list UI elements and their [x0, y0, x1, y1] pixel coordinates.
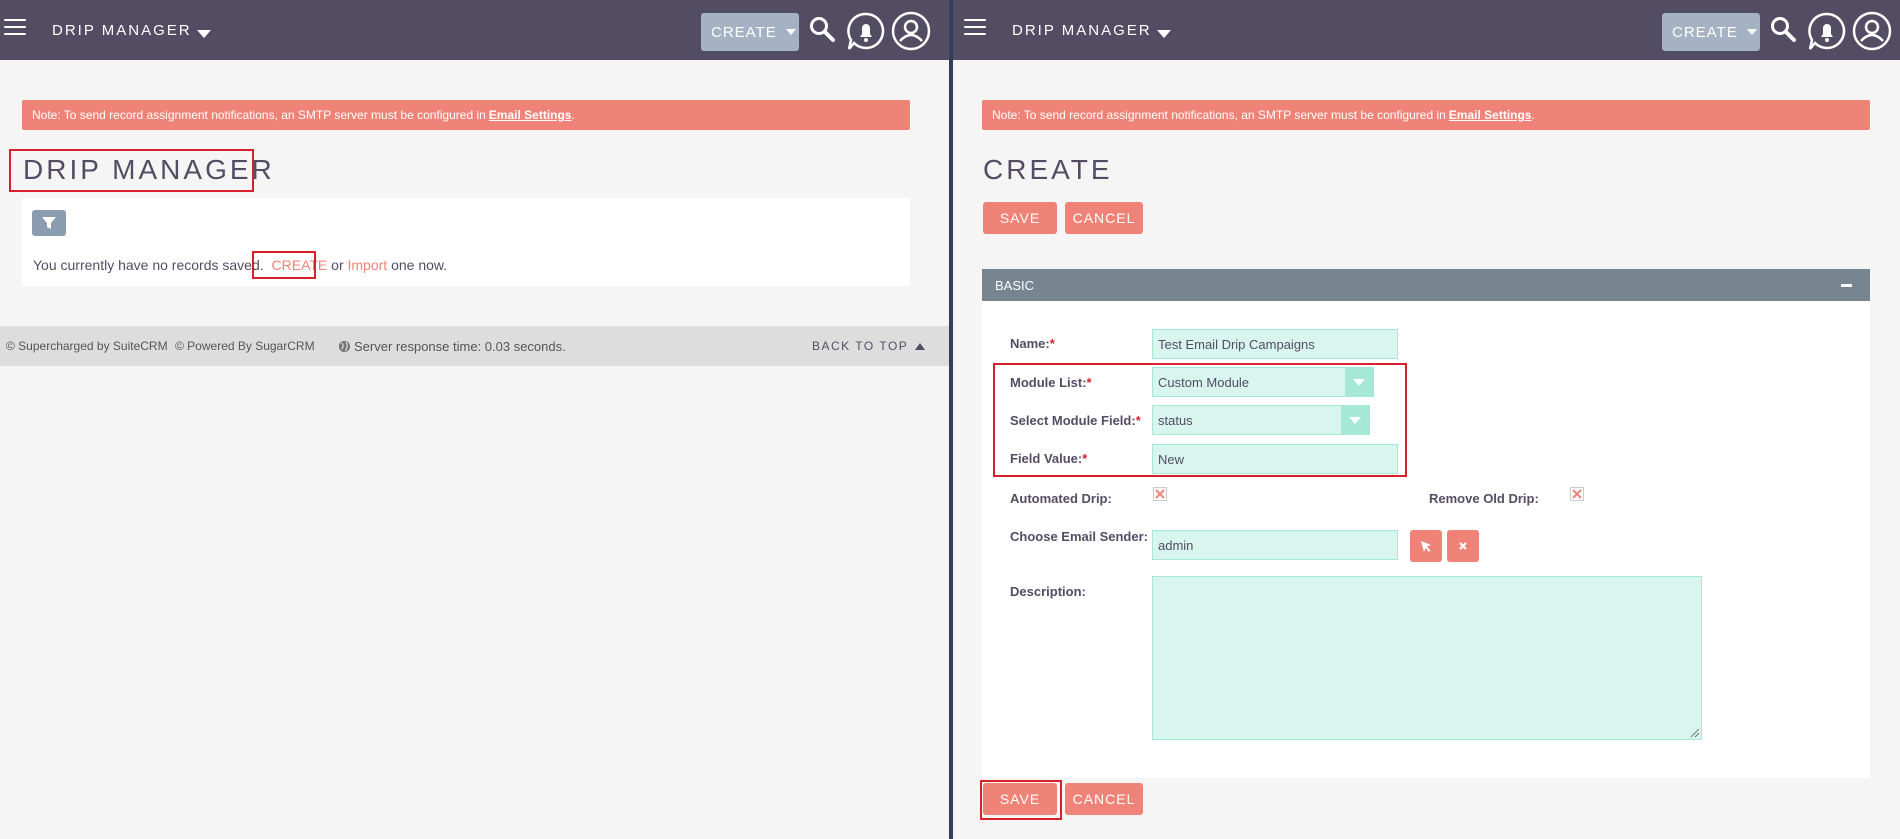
name-label: Name:* — [1010, 336, 1055, 351]
empty-list-message: You currently have no records saved. CRE… — [33, 257, 447, 273]
basic-panel-header[interactable]: BASIC — [982, 269, 1870, 301]
footer: © Supercharged by SuiteCRM © Powered By … — [0, 326, 949, 366]
module-menu-label: DRIP MANAGER — [52, 22, 192, 39]
create-button[interactable]: CREATE — [701, 13, 799, 51]
bell-icon[interactable] — [1807, 12, 1847, 52]
automated-drip-checkbox[interactable] — [1153, 487, 1167, 501]
cancel-button[interactable]: CANCEL — [1065, 202, 1143, 234]
email-settings-link[interactable]: Email Settings — [489, 108, 572, 122]
back-to-top-label: BACK TO TOP — [812, 339, 909, 353]
hamburger-icon[interactable] — [964, 19, 986, 39]
globe-icon — [338, 340, 351, 353]
name-label-text: Name: — [1010, 336, 1050, 351]
listview-panel: You currently have no records saved. CRE… — [22, 198, 910, 286]
highlight-box — [252, 251, 316, 279]
import-link[interactable]: Import — [348, 257, 388, 273]
alert-text: Note: To send record assignment notifica… — [32, 108, 486, 122]
drip-manager-list-pane: DRIP MANAGER CREATE Note: To send record… — [0, 0, 949, 839]
server-response: Server response time: 0.03 seconds. — [338, 339, 566, 354]
search-icon[interactable] — [808, 15, 836, 43]
chevron-down-icon — [1746, 29, 1757, 35]
page-title: CREATE — [983, 154, 1113, 185]
chevron-down-icon — [1156, 29, 1171, 38]
highlight-box — [980, 780, 1062, 820]
highlight-box — [993, 363, 1407, 477]
filter-icon — [42, 217, 56, 229]
sugarcrm-credit[interactable]: © Powered By SugarCRM — [175, 339, 315, 353]
close-icon — [1572, 489, 1582, 499]
description-label: Description: — [1010, 584, 1086, 599]
chevron-down-icon — [785, 29, 796, 35]
top-navbar: DRIP MANAGER CREATE — [0, 0, 949, 60]
description-textarea[interactable] — [1152, 576, 1702, 740]
remove-old-drip-checkbox[interactable] — [1570, 487, 1584, 501]
highlight-box — [9, 149, 254, 192]
required-marker: * — [1049, 336, 1055, 351]
chevron-up-icon — [915, 342, 926, 350]
clear-sender-button[interactable] — [1447, 530, 1479, 562]
create-button-label: CREATE — [1672, 23, 1738, 41]
filter-button[interactable] — [32, 210, 66, 236]
name-input[interactable]: Test Email Drip Campaigns — [1152, 329, 1398, 359]
create-button-label: CREATE — [711, 23, 777, 41]
automated-drip-label: Automated Drip: — [1010, 491, 1112, 506]
back-to-top-link[interactable]: BACK TO TOP — [812, 339, 926, 353]
save-button[interactable]: SAVE — [983, 202, 1057, 234]
bell-icon[interactable] — [846, 12, 886, 52]
close-icon — [1459, 542, 1467, 550]
create-button[interactable]: CREATE — [1662, 13, 1760, 51]
remove-old-drip-label: Remove Old Drip: — [1429, 491, 1539, 506]
module-menu[interactable]: DRIP MANAGER — [1012, 22, 1171, 39]
chevron-down-icon — [196, 29, 211, 38]
search-icon[interactable] — [1769, 15, 1797, 43]
empty-suffix: one now. — [391, 257, 448, 273]
email-settings-link[interactable]: Email Settings — [1449, 108, 1532, 122]
cursor-arrow-icon — [1421, 541, 1431, 552]
panel-title: BASIC — [995, 277, 1035, 293]
suitecrm-credit[interactable]: © Supercharged by SuiteCRM — [6, 339, 168, 353]
alert-suffix: . — [571, 108, 575, 122]
user-icon[interactable] — [891, 11, 931, 51]
resize-handle-icon[interactable] — [1690, 728, 1700, 738]
cancel-button[interactable]: CANCEL — [1065, 783, 1143, 815]
smtp-alert: Note: To send record assignment notifica… — [22, 100, 910, 130]
module-menu-label: DRIP MANAGER — [1012, 22, 1152, 39]
email-sender-label: Choose Email Sender: — [1010, 529, 1148, 544]
drip-manager-create-pane: DRIP MANAGER CREATE Note: To send record… — [953, 0, 1900, 839]
close-icon — [1155, 489, 1165, 499]
email-sender-input[interactable]: admin — [1152, 530, 1398, 560]
hamburger-icon[interactable] — [4, 19, 26, 39]
minus-icon[interactable] — [1841, 284, 1852, 287]
or-text: or — [331, 257, 344, 273]
server-response-text: Server response time: 0.03 seconds. — [354, 339, 566, 354]
top-navbar: DRIP MANAGER CREATE — [953, 0, 1900, 60]
select-sender-button[interactable] — [1410, 530, 1442, 562]
user-icon[interactable] — [1852, 11, 1892, 51]
module-menu[interactable]: DRIP MANAGER — [52, 22, 211, 39]
smtp-alert: Note: To send record assignment notifica… — [982, 100, 1870, 130]
alert-text: Note: To send record assignment notifica… — [992, 108, 1446, 122]
alert-suffix: . — [1531, 108, 1535, 122]
empty-prefix: You currently have no records saved. — [33, 257, 264, 273]
